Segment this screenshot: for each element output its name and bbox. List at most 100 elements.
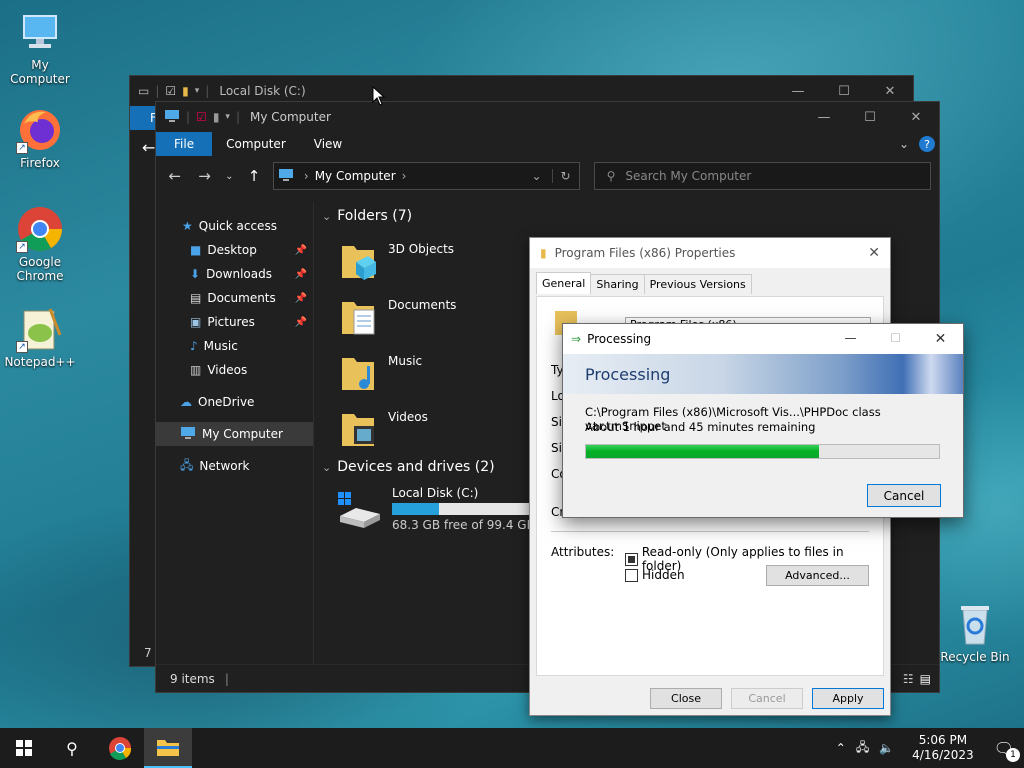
tiles-view-icon[interactable]: ▤ (920, 672, 931, 686)
forward-arrow-icon[interactable]: → (194, 167, 216, 185)
tab-general[interactable]: General (536, 272, 592, 294)
sidebar-item-documents[interactable]: ▤ Documents 📌 (156, 286, 313, 310)
network-icon[interactable]: 🖧 (856, 738, 869, 759)
taskbar-chrome[interactable] (96, 728, 144, 768)
folder-videos[interactable]: Videos (340, 408, 428, 448)
close-button[interactable]: ✕ (893, 102, 939, 132)
details-view-icon[interactable]: ☷ (903, 672, 914, 686)
sidebar-item-quick-access[interactable]: ★ Quick access (156, 214, 313, 238)
up-arrow-icon[interactable]: ↑ (243, 167, 265, 185)
chevron-down-icon[interactable]: ▾ (195, 86, 200, 96)
monitor-icon (180, 426, 196, 443)
readonly-checkbox[interactable] (625, 552, 638, 566)
windows-logo-icon (16, 740, 32, 756)
window-title: Local Disk (C:) (219, 84, 306, 98)
pin-icon[interactable]: 📌 (295, 269, 307, 280)
ribbon-tab-file[interactable]: F (130, 106, 158, 130)
titlebar[interactable]: ▮ Program Files (x86) Properties ✕ (530, 238, 890, 268)
sidebar-item-desktop[interactable]: ■ Desktop 📌 (156, 238, 313, 262)
address-bar[interactable]: › My Computer › ⌄ ↻ (272, 162, 580, 190)
desktop-icon-my-computer[interactable]: My Computer (0, 8, 80, 86)
notification-count-badge: 1 (1006, 747, 1020, 762)
group-header-devices[interactable]: ⌄ Devices and drives (2) (322, 459, 495, 475)
clock[interactable]: 5:06 PM 4/16/2023 (912, 733, 974, 763)
titlebar[interactable]: ⇒ Processing — ☐ ✕ (563, 324, 963, 354)
dialog-title: Program Files (x86) Properties (554, 246, 736, 260)
ribbon-tab-view[interactable]: View (300, 132, 356, 156)
minimize-button[interactable]: — (828, 331, 873, 347)
sidebar-item-my-computer[interactable]: My Computer (156, 422, 313, 446)
desktop-icon-firefox[interactable]: ↗ Firefox (0, 106, 80, 170)
desktop-folder-icon: ■ (190, 243, 202, 257)
drive-local-disk-c[interactable]: Local Disk (C:) 68.3 GB free of 99.4 GB (336, 486, 542, 532)
close-button[interactable]: ✕ (868, 245, 890, 261)
address-dropdown-icon[interactable]: ⌄ (531, 169, 551, 183)
refresh-icon[interactable]: ↻ (551, 169, 579, 183)
chevron-down-icon: ⌄ (322, 209, 332, 223)
cancel-button[interactable]: Cancel (867, 484, 941, 507)
recent-chevron-icon[interactable]: ⌄ (223, 171, 235, 182)
file-transfer-icon: ⇒ (571, 332, 582, 346)
help-icon[interactable]: ? (919, 136, 935, 152)
maximize-button[interactable]: ☐ (873, 331, 918, 347)
navigation-pane: ★ Quick access ■ Desktop 📌 ⬇ Downloads 📌… (156, 202, 314, 664)
videos-folder-icon (340, 408, 378, 448)
minimize-button[interactable]: — (801, 102, 847, 132)
search-button[interactable]: ⚲ (48, 728, 96, 768)
desktop-icon-recycle-bin[interactable]: Recycle Bin (935, 600, 1015, 664)
properties-check-icon[interactable]: ☑ (196, 110, 207, 124)
tab-previous-versions[interactable]: Previous Versions (643, 274, 752, 294)
pin-icon[interactable]: 📌 (295, 317, 307, 328)
back-arrow-icon[interactable]: ← (164, 167, 186, 185)
desktop-icon-notepad-plus-plus[interactable]: ↗ Notepad++ (0, 305, 80, 369)
folder-icon: ▮ (540, 246, 547, 260)
search-input[interactable]: ⚲ Search My Computer (593, 162, 931, 190)
sidebar-item-pictures[interactable]: ▣ Pictures 📌 (156, 310, 313, 334)
folder-3d-objects[interactable]: 3D Objects (340, 240, 454, 280)
sidebar-item-music[interactable]: ♪ Music (156, 334, 313, 358)
ribbon-tab-computer[interactable]: Computer (212, 132, 300, 156)
properties-check-icon[interactable]: ☑ (165, 84, 176, 98)
ribbon-tab-file[interactable]: File (156, 132, 213, 156)
tab-sharing[interactable]: Sharing (590, 274, 645, 294)
address-text[interactable]: My Computer (315, 169, 396, 183)
folder-music[interactable]: Music (340, 352, 422, 392)
breadcrumb-chevron-icon[interactable]: › (396, 169, 413, 183)
advanced-button[interactable]: Advanced... (766, 565, 869, 586)
start-button[interactable] (0, 728, 48, 768)
taskbar-file-explorer[interactable] (144, 728, 192, 768)
apply-button[interactable]: Apply (812, 688, 884, 709)
back-arrow-icon[interactable]: ← (142, 138, 155, 157)
time-remaining: About 1 hour and 45 minutes remaining (585, 420, 816, 434)
sidebar-item-videos[interactable]: ▥ Videos (156, 358, 313, 382)
processing-dialog[interactable]: ⇒ Processing — ☐ ✕ Processing C:\Program… (562, 323, 964, 518)
chevron-up-icon[interactable]: ⌃ (836, 741, 846, 755)
drive-icon: ▭ (138, 84, 150, 98)
download-arrow-icon: ⬇ (190, 267, 201, 281)
sidebar-item-network[interactable]: 🖧 Network (156, 454, 313, 478)
folder-documents[interactable]: Documents (340, 296, 456, 336)
ribbon-expand-icon[interactable]: ⌄ (899, 137, 909, 151)
notification-center-button[interactable]: 🗨 1 (994, 739, 1020, 762)
titlebar[interactable]: | ☑ ▮ ▾ | My Computer — ☐ ✕ (156, 102, 939, 132)
sidebar-item-onedrive[interactable]: ☁ OneDrive (156, 390, 313, 414)
desktop-icon-google-chrome[interactable]: ↗ Google Chrome (0, 205, 80, 283)
hidden-checkbox-row[interactable]: Hidden (625, 568, 685, 582)
sidebar-item-downloads[interactable]: ⬇ Downloads 📌 (156, 262, 313, 286)
folder-icon[interactable]: ▮ (182, 84, 189, 98)
shortcut-arrow-icon: ↗ (16, 241, 28, 253)
cancel-dialog-button[interactable]: Cancel (731, 688, 803, 709)
hidden-checkbox[interactable] (625, 568, 638, 582)
pin-icon[interactable]: 📌 (295, 293, 307, 304)
close-button[interactable]: ✕ (918, 331, 963, 347)
maximize-button[interactable]: ☐ (847, 102, 893, 132)
pin-icon[interactable]: 📌 (295, 245, 307, 256)
group-header-folders[interactable]: ⌄ Folders (7) (322, 208, 412, 224)
speaker-icon[interactable]: 🔈 (879, 741, 894, 755)
document-icon: ▤ (190, 291, 202, 305)
close-dialog-button[interactable]: Close (650, 688, 722, 709)
ribbon: File Computer View ⌄ ? (156, 132, 939, 156)
new-folder-icon[interactable]: ▮ (213, 110, 220, 124)
music-folder-icon (340, 352, 378, 392)
chevron-down-icon[interactable]: ▾ (225, 112, 230, 122)
